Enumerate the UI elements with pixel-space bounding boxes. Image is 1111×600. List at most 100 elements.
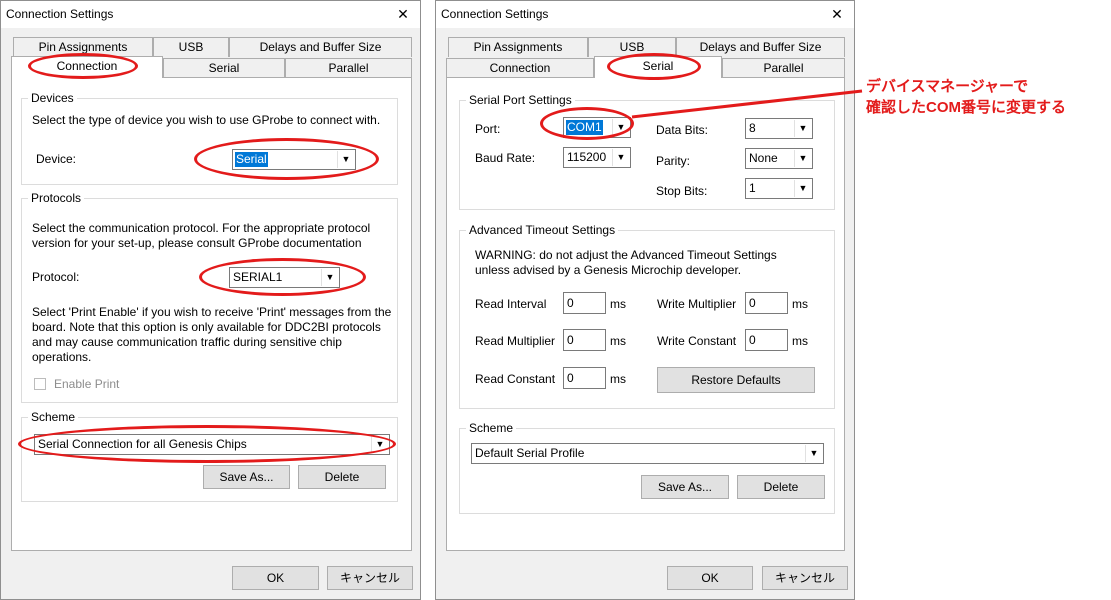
baud-rate-value: 115200	[567, 150, 607, 164]
scheme-group: Scheme Default Serial Profile ▼ Save As.…	[459, 421, 835, 514]
read-interval-input[interactable]: 0	[563, 292, 606, 314]
protocol-description-line2: version for your set-up, please consult …	[32, 236, 362, 250]
stop-bits-dropdown[interactable]: 1 ▼	[745, 178, 813, 199]
ok-button[interactable]: OK	[232, 566, 319, 590]
chevron-down-icon: ▼	[612, 149, 629, 166]
cancel-button[interactable]: キャンセル	[327, 566, 413, 590]
parity-dropdown[interactable]: None ▼	[745, 148, 813, 169]
tab-serial[interactable]: Serial	[594, 56, 722, 78]
advanced-timeout-legend: Advanced Timeout Settings	[466, 223, 619, 237]
restore-defaults-button[interactable]: Restore Defaults	[657, 367, 815, 393]
ok-button[interactable]: OK	[667, 566, 753, 590]
chevron-down-icon: ▼	[805, 445, 822, 462]
device-label: Device:	[36, 152, 77, 166]
protocols-group: Protocols Select the communication proto…	[21, 191, 398, 403]
chevron-down-icon: ▼	[321, 269, 338, 286]
title-bar: Connection Settings ✕	[1, 1, 420, 28]
tab-parallel[interactable]: Parallel	[722, 58, 845, 78]
data-bits-label: Data Bits:	[656, 123, 709, 137]
serial-port-settings-legend: Serial Port Settings	[466, 93, 575, 107]
tab-parallel[interactable]: Parallel	[285, 58, 412, 78]
protocol-description-line1: Select the communication protocol. For t…	[32, 221, 371, 235]
tab-usb[interactable]: USB	[153, 37, 229, 57]
protocols-legend: Protocols	[28, 191, 85, 205]
read-interval-unit: ms	[610, 297, 626, 311]
write-multiplier-input[interactable]: 0	[745, 292, 788, 314]
read-constant-unit: ms	[610, 372, 626, 386]
save-as-button[interactable]: Save As...	[641, 475, 729, 499]
tab-serial[interactable]: Serial	[163, 58, 285, 78]
protocol-dropdown[interactable]: SERIAL1 ▼	[229, 267, 340, 288]
baud-rate-dropdown[interactable]: 115200 ▼	[563, 147, 631, 168]
read-constant-input[interactable]: 0	[563, 367, 606, 389]
devices-legend: Devices	[28, 91, 77, 105]
port-dropdown[interactable]: COM1 ▼	[563, 117, 631, 138]
read-interval-label: Read Interval	[475, 297, 547, 311]
chevron-down-icon: ▼	[794, 120, 811, 137]
tab-usb[interactable]: USB	[588, 37, 676, 57]
read-multiplier-label: Read Multiplier	[475, 334, 556, 348]
print-description-line2: board. Note that this option is only ava…	[32, 320, 381, 334]
connection-settings-dialog-right: Connection Settings ✕ Pin Assignments US…	[435, 0, 855, 600]
timeout-warning-line1: WARNING: do not adjust the Advanced Time…	[475, 248, 777, 262]
scheme-value: Default Serial Profile	[475, 446, 585, 460]
stop-bits-value: 1	[749, 181, 756, 195]
parity-label: Parity:	[656, 154, 691, 168]
delete-button[interactable]: Delete	[298, 465, 386, 489]
tab-pin-assignments[interactable]: Pin Assignments	[13, 37, 153, 57]
dialog-title: Connection Settings	[6, 7, 114, 21]
port-value: COM1	[566, 120, 603, 135]
read-multiplier-input[interactable]: 0	[563, 329, 606, 351]
scheme-legend: Scheme	[28, 410, 79, 424]
parity-value: None	[749, 151, 778, 165]
write-constant-input[interactable]: 0	[745, 329, 788, 351]
protocol-label: Protocol:	[32, 270, 80, 284]
devices-description: Select the type of device you wish to us…	[32, 113, 381, 127]
scheme-value: Serial Connection for all Genesis Chips	[38, 437, 247, 451]
close-icon[interactable]: ✕	[820, 1, 854, 28]
baud-rate-label: Baud Rate:	[475, 151, 536, 165]
write-constant-label: Write Constant	[657, 334, 737, 348]
write-multiplier-unit: ms	[792, 297, 808, 311]
cancel-button[interactable]: キャンセル	[762, 566, 848, 590]
devices-group: Devices Select the type of device you wi…	[21, 91, 398, 185]
read-constant-label: Read Constant	[475, 372, 556, 386]
data-bits-dropdown[interactable]: 8 ▼	[745, 118, 813, 139]
print-description-line1: Select 'Print Enable' if you wish to rec…	[32, 305, 392, 319]
timeout-warning-line2: unless advised by a Genesis Microchip de…	[475, 263, 742, 277]
tab-delays-buffer-size[interactable]: Delays and Buffer Size	[676, 37, 845, 57]
device-dropdown[interactable]: Serial ▼	[232, 149, 356, 170]
chevron-down-icon: ▼	[337, 151, 354, 168]
connection-settings-dialog-left: Connection Settings ✕ Pin Assignments US…	[0, 0, 421, 600]
chevron-down-icon: ▼	[612, 119, 629, 136]
tab-connection[interactable]: Connection	[446, 58, 594, 78]
read-multiplier-unit: ms	[610, 334, 626, 348]
write-multiplier-label: Write Multiplier	[657, 297, 737, 311]
tab-pin-assignments[interactable]: Pin Assignments	[448, 37, 588, 57]
chevron-down-icon: ▼	[794, 180, 811, 197]
print-description-line4: operations.	[32, 350, 92, 364]
delete-button[interactable]: Delete	[737, 475, 825, 499]
write-constant-unit: ms	[792, 334, 808, 348]
enable-print-label: Enable Print	[54, 377, 120, 391]
stop-bits-label: Stop Bits:	[656, 184, 708, 198]
tab-connection[interactable]: Connection	[11, 56, 163, 78]
save-as-button[interactable]: Save As...	[203, 465, 290, 489]
tab-panel-connection: Devices Select the type of device you wi…	[11, 77, 412, 551]
advanced-timeout-group: Advanced Timeout Settings WARNING: do no…	[459, 223, 835, 409]
scheme-dropdown[interactable]: Serial Connection for all Genesis Chips …	[34, 434, 390, 455]
chevron-down-icon: ▼	[371, 436, 388, 453]
scheme-legend: Scheme	[466, 421, 517, 435]
enable-print-checkbox[interactable]	[34, 378, 46, 390]
annotation-text-line1: デバイスマネージャーで	[866, 78, 1029, 95]
title-bar: Connection Settings ✕	[436, 1, 854, 28]
print-description-line3: and may cause communication traffic duri…	[32, 335, 342, 349]
data-bits-value: 8	[749, 121, 756, 135]
tab-delays-buffer-size[interactable]: Delays and Buffer Size	[229, 37, 412, 57]
close-icon[interactable]: ✕	[386, 1, 420, 28]
port-label: Port:	[475, 122, 501, 136]
scheme-dropdown[interactable]: Default Serial Profile ▼	[471, 443, 824, 464]
protocol-value: SERIAL1	[233, 270, 283, 284]
chevron-down-icon: ▼	[794, 150, 811, 167]
dialog-title: Connection Settings	[441, 7, 549, 21]
